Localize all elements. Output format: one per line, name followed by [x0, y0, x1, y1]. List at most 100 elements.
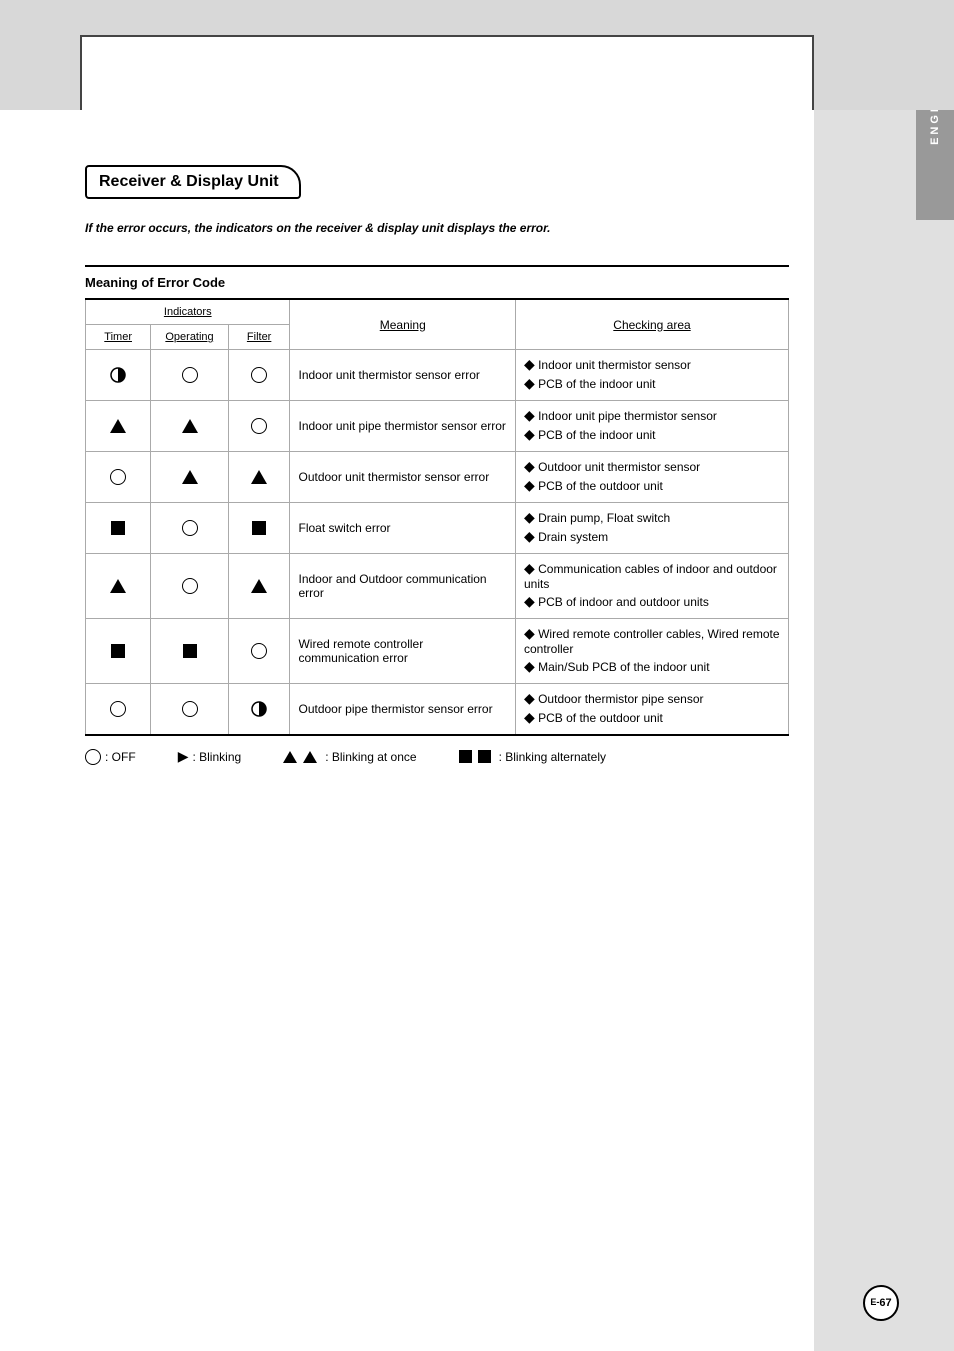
timer-cell [86, 554, 151, 619]
circle-icon [182, 701, 198, 717]
checking-cell: ◆ Wired remote controller cables, Wired … [515, 619, 788, 684]
triangle-icon [182, 470, 198, 484]
circle-icon [182, 367, 198, 383]
filter-cell [228, 452, 290, 503]
square-icon-2 [478, 750, 491, 763]
table-row: Wired remote controller communication er… [86, 619, 789, 684]
square-icon [252, 521, 266, 535]
meaning-header: Meaning [290, 299, 516, 350]
checking-item: ◆ Outdoor thermistor pipe sensor [524, 690, 780, 707]
triangle-icon [110, 419, 126, 433]
filter-cell [228, 401, 290, 452]
main-body: Receiver & Display Unit If the error occ… [0, 0, 954, 825]
blinking-icon: ▶ [178, 748, 189, 765]
meaning-cell: Indoor unit thermistor sensor error [290, 350, 516, 401]
table-row: Indoor and Outdoor communication error ◆ … [86, 554, 789, 619]
operating-cell [151, 684, 229, 736]
page-badge-prefix: E- [870, 1297, 879, 1307]
subtitle-text: If the error occurs, the indicators on t… [85, 221, 789, 235]
legend-blinking-at-once-text: : Blinking at once [325, 750, 416, 764]
filter-cell [228, 619, 290, 684]
filter-cell [228, 554, 290, 619]
circle-icon [251, 367, 267, 383]
triangle-icon-1 [283, 751, 297, 763]
operating-cell [151, 554, 229, 619]
checking-item: ◆ Main/Sub PCB of the indoor unit [524, 658, 780, 675]
legend-separator3 [437, 748, 449, 765]
circle-icon [110, 469, 126, 485]
circle-icon [251, 418, 267, 434]
meaning-cell: Outdoor pipe thermistor sensor error [290, 684, 516, 736]
meaning-cell: Float switch error [290, 503, 516, 554]
checking-cell: ◆ Outdoor thermistor pipe sensor ◆ PCB of… [515, 684, 788, 736]
table-row: Indoor unit thermistor sensor error◆ Ind… [86, 350, 789, 401]
filter-header: Filter [228, 325, 290, 350]
filter-cell [228, 350, 290, 401]
legend-blinking-alternately-text: : Blinking alternately [499, 750, 606, 764]
section-title-container: Receiver & Display Unit [85, 135, 789, 211]
checking-item: ◆ Drain system [524, 528, 780, 545]
square-icon [111, 521, 125, 535]
triangle-icon [182, 419, 198, 433]
checking-item: ◆ Drain pump, Float switch [524, 509, 780, 526]
table-row: Outdoor unit thermistor sensor error◆ Ou… [86, 452, 789, 503]
checking-item: ◆ Communication cables of indoor and out… [524, 560, 780, 591]
checking-header: Checking area [515, 299, 788, 350]
timer-cell [86, 401, 151, 452]
legend: : OFF ▶ : Blinking : Blinking at once : … [85, 748, 789, 765]
triangle-icon-2 [303, 751, 317, 763]
legend-blinking-at-once: : Blinking at once [283, 750, 416, 764]
operating-cell [151, 503, 229, 554]
checking-item: ◆ Indoor unit thermistor sensor [524, 356, 780, 373]
operating-cell [151, 350, 229, 401]
filter-cell [228, 503, 290, 554]
checking-cell: ◆ Indoor unit pipe thermistor sensor◆ PC… [515, 401, 788, 452]
checking-item: ◆ Wired remote controller cables, Wired … [524, 625, 780, 656]
off-circle-icon [85, 749, 101, 765]
checking-item: ◆ PCB of indoor and outdoor units [524, 593, 780, 610]
circle-icon [182, 520, 198, 536]
legend-off: : OFF [85, 749, 136, 765]
operating-cell [151, 619, 229, 684]
operating-cell [151, 452, 229, 503]
indicators-header: Indicators [86, 299, 290, 325]
half-circle-icon [110, 367, 126, 383]
checking-cell: ◆ Outdoor unit thermistor sensor ◆ PCB of… [515, 452, 788, 503]
timer-cell [86, 350, 151, 401]
square-icon-1 [459, 750, 472, 763]
page-number: 67 [879, 1297, 891, 1309]
page-badge: E-67 [863, 1285, 899, 1321]
error-code-heading: Meaning of Error Code [85, 265, 789, 290]
section-title-box: Receiver & Display Unit [85, 165, 301, 199]
operating-header: Operating [151, 325, 229, 350]
meaning-cell: Wired remote controller communication er… [290, 619, 516, 684]
checking-item: ◆ Outdoor unit thermistor sensor [524, 458, 780, 475]
square-icon [183, 644, 197, 658]
checking-cell: ◆ Drain pump, Float switch ◆ Drain system [515, 503, 788, 554]
circle-icon [110, 701, 126, 717]
legend-blinking-text: : Blinking [192, 750, 241, 764]
circle-icon [251, 643, 267, 659]
meaning-cell: Outdoor unit thermistor sensor error [290, 452, 516, 503]
legend-blinking: ▶ : Blinking [178, 748, 241, 765]
error-table: Indicators Meaning Checking area Timer O… [85, 298, 789, 736]
triangle-icon [110, 579, 126, 593]
timer-cell [86, 684, 151, 736]
legend-separator1 [156, 748, 168, 765]
timer-cell [86, 503, 151, 554]
meaning-cell: Indoor and Outdoor communication error [290, 554, 516, 619]
checking-item: ◆ PCB of the outdoor unit [524, 477, 780, 494]
checking-cell: ◆ Indoor unit thermistor sensor ◆ PCB of … [515, 350, 788, 401]
triangle-icon [251, 579, 267, 593]
checking-cell: ◆ Communication cables of indoor and out… [515, 554, 788, 619]
checking-item: ◆ PCB of the indoor unit [524, 375, 780, 392]
checking-item: ◆ PCB of the outdoor unit [524, 709, 780, 726]
table-row: Indoor unit pipe thermistor sensor error… [86, 401, 789, 452]
checking-item: ◆ Indoor unit pipe thermistor sensor [524, 407, 780, 424]
legend-blinking-alternately: : Blinking alternately [459, 750, 606, 764]
section-title-text: Receiver & Display Unit [99, 173, 279, 190]
legend-off-text: : OFF [105, 750, 136, 764]
page-wrapper: ENGLISH Receiver & Display Unit If the e… [0, 0, 954, 1351]
triangle-icon [251, 470, 267, 484]
meaning-cell: Indoor unit pipe thermistor sensor error [290, 401, 516, 452]
